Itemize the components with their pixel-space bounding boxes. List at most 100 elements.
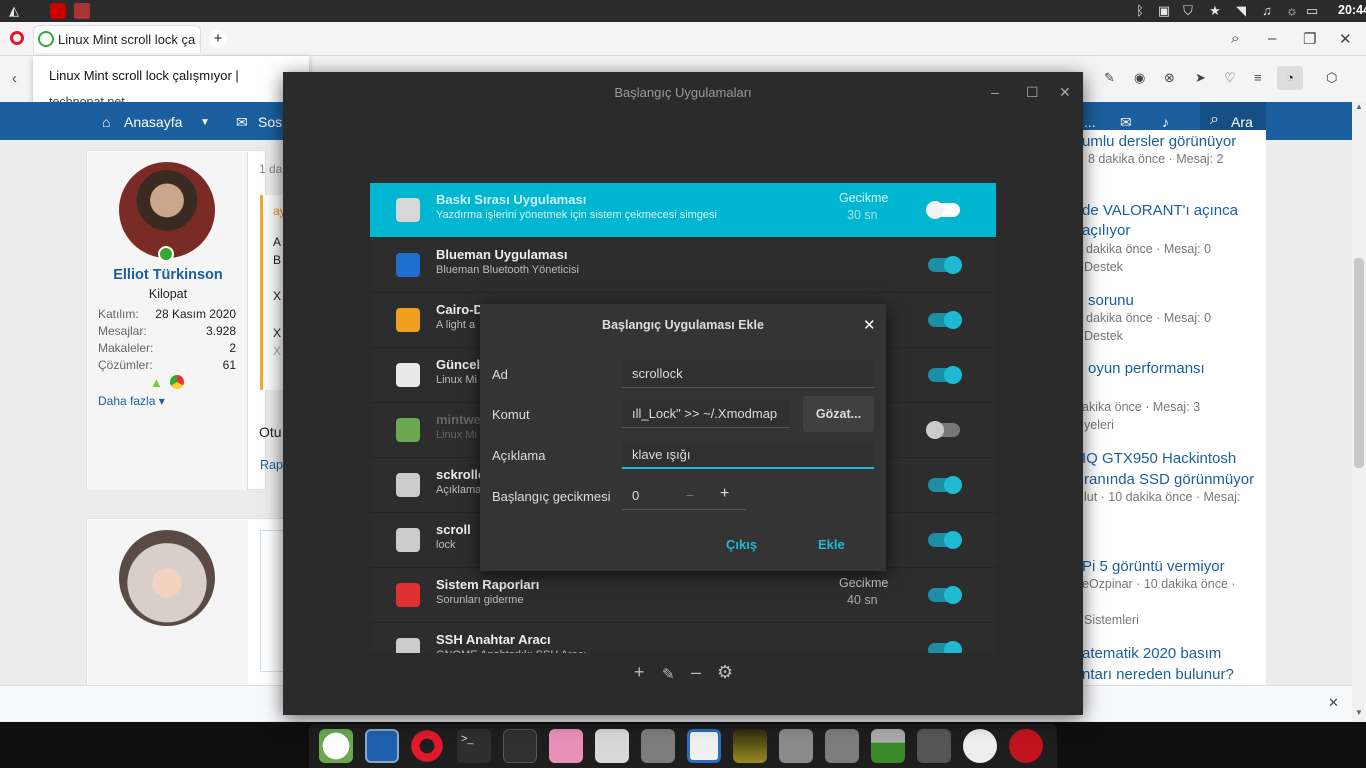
document-viewer-icon[interactable] [687,729,721,763]
enable-toggle[interactable] [928,476,962,494]
close-icon[interactable]: ✕ [1339,30,1352,48]
browse-button[interactable]: Gözat... [803,396,874,432]
thread-title[interactable]: oyun performansı [1088,360,1205,377]
cancel-button[interactable]: Çıkış [726,537,757,552]
enable-toggle[interactable] [928,586,962,604]
enable-toggle[interactable] [926,201,960,219]
enable-toggle[interactable] [928,256,962,274]
clock-app-icon[interactable] [963,729,997,763]
clock[interactable]: 20:44 [1338,3,1366,17]
camera-icon[interactable]: ◉ [1134,70,1145,86]
nav-social[interactable]: Sos [258,114,282,130]
add-icon[interactable]: + [634,662,645,683]
mint-menu-icon[interactable]: ◭ [6,3,22,19]
settings-sliders-icon[interactable]: ≡ [1254,70,1262,85]
enable-toggle[interactable] [926,421,960,439]
bell-icon[interactable]: ♪ [1162,114,1169,130]
nav-more[interactable]: ... [1084,114,1096,130]
startup-app-row[interactable]: SSH Anahtar Aracı GNOME Anahtarlık: SSH A… [370,623,996,653]
home-folder-icon[interactable] [641,729,675,763]
download-manager-icon[interactable] [549,729,583,763]
more-link[interactable]: Daha fazla ▾ [98,394,165,408]
startup-app-row[interactable]: Sistem Raporları Sorunları giderme Gecikme… [370,568,996,623]
close-icon[interactable]: ✕ [863,316,876,334]
thread-title[interactable]: umlu dersler görünüyor [1082,133,1236,150]
activity-monitor-icon[interactable] [503,729,537,763]
opera-logo-icon[interactable] [10,31,24,45]
opera-task-icon[interactable] [50,3,66,19]
command-field[interactable]: ıll_Lock" >> ~/.Xmodmap [622,400,790,428]
thread-title[interactable]: atematik 2020 basım [1082,645,1221,662]
search-icon[interactable]: ⌕ [1231,30,1239,47]
thread-forum[interactable]: Destek [1084,329,1123,343]
enable-toggle[interactable] [928,531,962,549]
enable-toggle[interactable] [928,366,962,384]
mail-icon[interactable]: ✉ [1120,114,1132,131]
nav-home[interactable]: Anasayfa [124,114,182,130]
back-icon[interactable]: ‹ [12,70,17,87]
edit-icon[interactable]: ✎ [1104,70,1115,86]
heart-icon[interactable]: ♡ [1224,70,1236,86]
enable-toggle[interactable] [928,641,962,653]
maximize-icon[interactable]: ☐ [1026,84,1039,101]
name-field[interactable]: scrollock [622,360,874,388]
image-viewer-icon[interactable] [733,729,767,763]
thread-title[interactable]: de VALORANT'ı açınca [1082,202,1238,219]
browser-tab[interactable]: Linux Mint scroll lock ça [33,25,201,53]
close-icon[interactable]: ✕ [1328,695,1339,711]
extension-cube-icon[interactable]: ⬡ [1326,70,1337,86]
image-task-icon[interactable] [74,3,90,19]
bluetooth-tray-icon[interactable]: ᛒ [1132,3,1148,19]
gear-icon[interactable]: ⚙ [717,662,733,683]
rocket-app-icon[interactable] [917,729,951,763]
page-scrollbar[interactable]: ▲ ▼ [1352,102,1366,722]
usb-writer-icon[interactable] [595,729,629,763]
terminal-icon[interactable]: >_ [457,729,491,763]
user-avatar[interactable] [119,530,215,626]
chevron-down-icon[interactable]: ▼ [200,117,210,128]
startup-app-row[interactable]: Baskı Sırası Uygulaması Yazdırma işlerini… [370,183,996,238]
star-tray-icon[interactable]: ★ [1207,3,1223,19]
profile-icon[interactable]: ◔ [1277,66,1303,90]
scroll-up-icon[interactable]: ▲ [1355,102,1363,111]
thread-forum[interactable]: yeleri [1084,418,1114,432]
minimize-icon[interactable]: – [991,84,999,100]
thread-forum[interactable]: Sistemleri [1084,613,1139,627]
enable-toggle[interactable] [928,311,962,329]
add-button[interactable]: Ekle [818,537,845,552]
edit-icon[interactable]: ✎ [662,665,675,683]
thread-title[interactable]: IQ GTX950 Hackintosh [1082,450,1236,467]
downloads-folder-icon[interactable] [825,729,859,763]
description-field[interactable]: klave ışığı [622,441,874,469]
thread-title-cont[interactable]: açılıyor [1082,222,1130,239]
remove-icon[interactable]: – [691,662,701,683]
user-avatar[interactable] [119,162,215,258]
shield-tray-icon[interactable]: ⛉ [1180,3,1196,19]
opera-icon[interactable] [410,729,444,763]
report-link[interactable]: Rap [260,458,283,472]
new-tab-icon[interactable]: + [209,30,227,48]
decrement-icon[interactable]: – [686,487,693,502]
battery-tray-icon[interactable]: ▭ [1304,3,1320,19]
scroll-down-icon[interactable]: ▼ [1355,708,1363,717]
system-monitor-icon[interactable] [365,729,399,763]
pictures-folder-icon[interactable] [871,729,905,763]
username[interactable]: Elliot Türkinson [88,267,248,283]
clipboard-tray-icon[interactable]: ▣ [1156,3,1172,19]
restore-icon[interactable]: ❐ [1303,30,1316,48]
thread-title-cont[interactable]: ranında SSD görünmüyor [1084,471,1254,488]
mint-menu-icon[interactable] [319,729,353,763]
power-icon[interactable] [1009,729,1043,763]
wifi-tray-icon[interactable]: ◥ [1233,3,1249,19]
send-icon[interactable]: ➤ [1195,70,1206,86]
adblock-icon[interactable]: ⊗ [1164,70,1175,86]
thread-forum[interactable]: Destek [1084,260,1123,274]
thread-title[interactable]: Pi 5 görüntü vermiyor [1082,558,1225,575]
brightness-tray-icon[interactable]: ☼ [1284,3,1300,19]
minimize-icon[interactable]: – [1268,30,1276,47]
music-tray-icon[interactable]: ♫ [1259,3,1275,19]
increment-icon[interactable]: + [720,485,729,503]
startup-app-row[interactable]: Blueman Uygulaması Blueman Bluetooth Yöne… [370,238,996,293]
thread-title-cont[interactable]: ntarı nereden bulunur? [1082,666,1234,683]
scrollbar-thumb[interactable] [1354,258,1364,468]
